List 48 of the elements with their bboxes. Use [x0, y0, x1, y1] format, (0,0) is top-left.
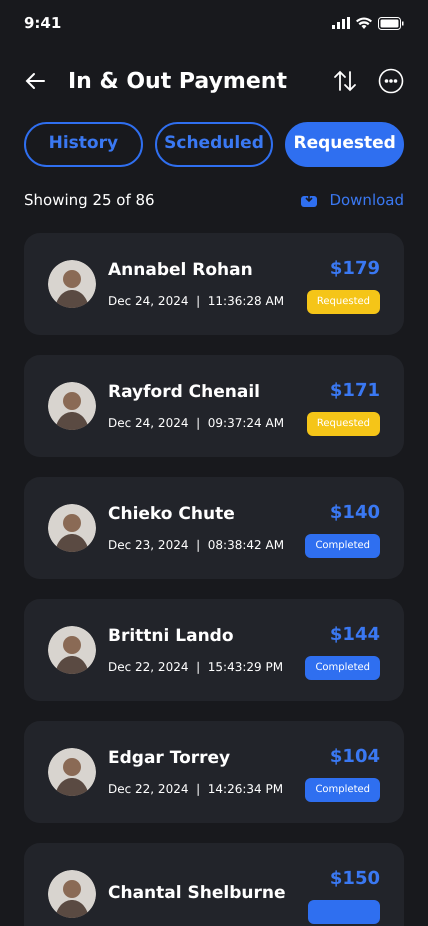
payment-card[interactable]: Rayford Chenail Dec 24, 2024 | 09:37:24 AM $171 Requested	[24, 355, 404, 457]
payment-amount: $150	[330, 866, 380, 890]
status-badge: Completed	[305, 778, 380, 802]
signal-icon	[332, 17, 350, 30]
payment-datetime: Dec 24, 2024 | 11:36:28 AM	[108, 292, 286, 310]
wifi-icon	[356, 17, 372, 30]
payment-amount: $140	[330, 500, 380, 524]
avatar	[48, 260, 96, 308]
status-badge: Completed	[305, 534, 380, 558]
more-button[interactable]	[378, 68, 404, 94]
payment-amount: $171	[330, 378, 380, 402]
payment-card[interactable]: Edgar Torrey Dec 22, 2024 | 14:26:34 PM $104 Completed	[24, 721, 404, 823]
avatar	[48, 870, 96, 918]
more-icon	[378, 68, 404, 94]
payment-amount: $179	[330, 256, 380, 280]
avatar	[48, 626, 96, 674]
payer-name: Chantal Shelburne	[108, 882, 286, 906]
payer-name: Chieko Chute	[108, 503, 236, 526]
payer-name: Brittni Lando	[108, 625, 235, 648]
filter-tab[interactable]: History	[24, 122, 143, 166]
avatar	[48, 504, 96, 552]
payer-name: Annabel Rohan	[108, 259, 254, 282]
payment-card[interactable]: Brittni Lando Dec 22, 2024 | 15:43:29 PM $144 Completed	[24, 599, 404, 701]
page-title: In & Out Payment	[68, 68, 288, 96]
status-badge: Completed	[305, 656, 380, 680]
payment-datetime: Dec 24, 2024 | 09:37:24 AM	[108, 414, 286, 432]
payment-amount: $104	[330, 744, 380, 768]
sort-button[interactable]	[332, 68, 358, 94]
download-link[interactable]: Download	[301, 188, 404, 211]
status-badge: Requested	[306, 412, 380, 436]
filter-tab[interactable]: Requested	[285, 122, 404, 166]
status-badge: Requested	[306, 290, 380, 314]
payment-card[interactable]: Chieko Chute Dec 23, 2024 | 08:38:42 AM $140 Completed	[24, 477, 404, 579]
payment-datetime: Dec 22, 2024 | 14:26:34 PM	[108, 780, 284, 798]
payment-amount: $144	[330, 622, 380, 646]
avatar	[48, 382, 96, 430]
payment-card[interactable]: Annabel Rohan Dec 24, 2024 | 11:36:28 AM $179 Requested	[24, 233, 404, 335]
payer-name: Rayford Chenail	[108, 381, 262, 404]
payment-datetime: Dec 23, 2024 | 08:38:42 AM	[108, 536, 286, 554]
filter-tab[interactable]: Scheduled	[154, 122, 274, 166]
payer-name: Edgar Torrey	[108, 747, 232, 770]
battery-icon	[378, 16, 404, 30]
status-time: 9:41	[24, 13, 62, 34]
payment-card[interactable]: Chantal Shelburne $150	[24, 843, 404, 926]
sort-arrows-icon	[332, 68, 358, 94]
results-count: Showing 25 of 86	[24, 190, 155, 210]
avatar	[48, 748, 96, 796]
payment-datetime: Dec 22, 2024 | 15:43:29 PM	[108, 658, 284, 676]
